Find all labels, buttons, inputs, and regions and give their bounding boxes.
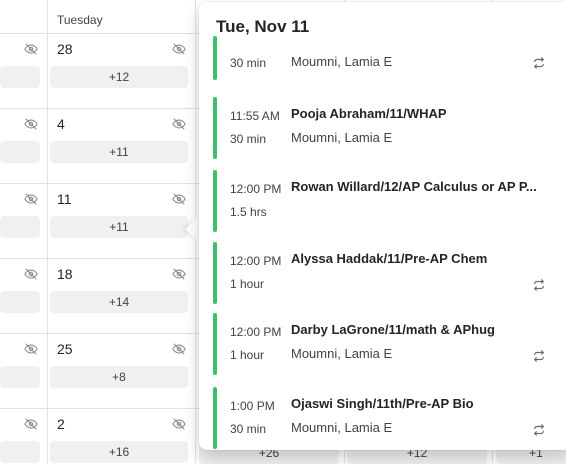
event-duration: 30 min xyxy=(230,56,267,70)
eye-off-icon[interactable] xyxy=(172,342,186,356)
day-events-popover: Tue, Nov 11 30 min Moumni, Lamia E 11:55… xyxy=(199,2,566,450)
event-item[interactable]: 12:00 PM 1 hour Darby LaGrone/11/math & … xyxy=(213,313,553,375)
event-status-bar xyxy=(213,242,217,304)
event-pill[interactable] xyxy=(0,216,40,238)
event-item[interactable]: 12:00 PM 1.5 hrs Rowan Willard/12/AP Cal… xyxy=(213,170,553,232)
event-item[interactable]: 30 min Moumni, Lamia E xyxy=(213,36,553,80)
event-duration: 1 hour xyxy=(230,277,265,291)
event-time: 11:55 AM xyxy=(230,109,280,123)
event-organizer: Moumni, Lamia E xyxy=(291,130,393,145)
event-organizer: Moumni, Lamia E xyxy=(291,54,393,69)
event-organizer: Moumni, Lamia E xyxy=(291,420,393,435)
more-events-button[interactable]: +16 xyxy=(50,441,188,463)
eye-off-icon[interactable] xyxy=(24,117,38,131)
eye-off-icon[interactable] xyxy=(172,417,186,431)
more-events-button[interactable]: +14 xyxy=(50,291,188,313)
more-events-button[interactable]: +12 xyxy=(50,66,188,88)
event-title: Darby LaGrone/11/math & APhug xyxy=(291,322,495,337)
date-number[interactable]: 18 xyxy=(57,266,73,282)
event-pill[interactable] xyxy=(0,366,40,388)
repeat-icon xyxy=(534,57,544,69)
event-duration: 30 min xyxy=(230,132,267,146)
eye-off-icon[interactable] xyxy=(24,417,38,431)
event-time: 12:00 PM xyxy=(230,325,282,339)
popover-title: Tue, Nov 11 xyxy=(216,17,310,36)
date-number[interactable]: 11 xyxy=(57,191,72,207)
repeat-icon xyxy=(534,350,544,362)
eye-off-icon[interactable] xyxy=(24,192,38,206)
event-time: 12:00 PM xyxy=(230,254,282,268)
eye-off-icon[interactable] xyxy=(24,267,38,281)
eye-off-icon[interactable] xyxy=(24,42,38,56)
more-events-button[interactable]: +11 xyxy=(50,216,188,238)
event-item[interactable]: 11:55 AM 30 min Pooja Abraham/11/WHAP Mo… xyxy=(213,97,553,159)
event-time: 1:00 PM xyxy=(230,399,275,413)
event-pill[interactable] xyxy=(0,441,40,463)
event-status-bar xyxy=(213,97,217,159)
event-organizer: Moumni, Lamia E xyxy=(291,346,393,361)
event-status-bar xyxy=(213,313,217,375)
event-status-bar xyxy=(213,387,217,449)
repeat-icon xyxy=(534,279,544,291)
event-status-bar xyxy=(213,170,217,232)
event-pill[interactable] xyxy=(0,291,40,313)
date-number[interactable]: 2 xyxy=(57,416,65,432)
eye-off-icon[interactable] xyxy=(172,42,186,56)
event-duration: 1 hour xyxy=(230,348,265,362)
date-number[interactable]: 4 xyxy=(57,116,65,132)
event-title: Ojaswi Singh/11th/Pre-AP Bio xyxy=(291,396,474,411)
event-title: Rowan Willard/12/AP Calculus or AP P... xyxy=(291,179,537,194)
event-item[interactable]: 1:00 PM 30 min Ojaswi Singh/11th/Pre-AP … xyxy=(213,387,553,449)
event-duration: 1.5 hrs xyxy=(230,205,267,219)
eye-off-icon[interactable] xyxy=(172,192,186,206)
event-pill[interactable] xyxy=(0,66,40,88)
event-status-bar xyxy=(213,36,217,80)
date-number[interactable]: 28 xyxy=(57,41,73,57)
event-title: Pooja Abraham/11/WHAP xyxy=(291,106,447,121)
column-divider xyxy=(47,0,48,463)
more-events-button[interactable]: +8 xyxy=(50,366,188,388)
more-events-button[interactable]: +11 xyxy=(50,141,188,163)
event-pill[interactable] xyxy=(0,141,40,163)
eye-off-icon[interactable] xyxy=(172,267,186,281)
day-header-tuesday: Tuesday xyxy=(57,13,103,27)
repeat-icon xyxy=(534,424,544,436)
event-title: Alyssa Haddak/11/Pre-AP Chem xyxy=(291,251,488,266)
event-item[interactable]: 12:00 PM 1 hour Alyssa Haddak/11/Pre-AP … xyxy=(213,242,553,304)
eye-off-icon[interactable] xyxy=(24,342,38,356)
event-duration: 30 min xyxy=(230,422,267,436)
date-number[interactable]: 25 xyxy=(57,341,73,357)
event-time: 12:00 PM xyxy=(230,182,282,196)
eye-off-icon[interactable] xyxy=(172,117,186,131)
